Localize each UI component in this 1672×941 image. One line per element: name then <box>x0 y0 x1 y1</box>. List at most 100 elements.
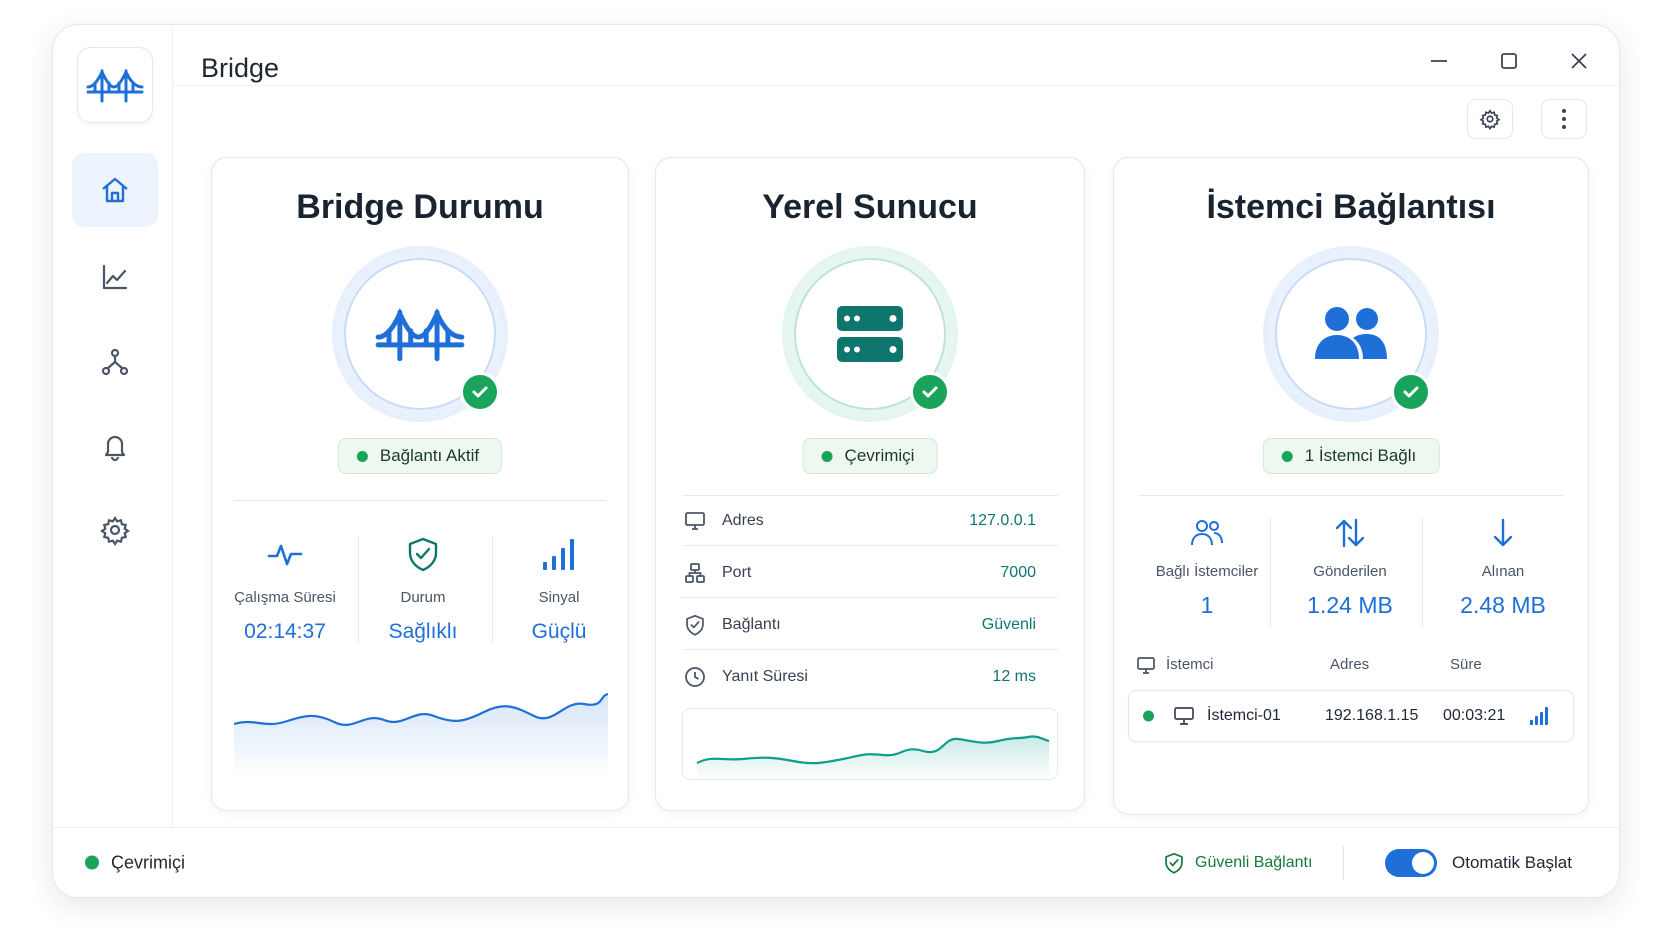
autostart-label: Otomatik Başlat <box>1452 852 1572 872</box>
monitor-icon <box>685 511 705 530</box>
bridge-activity-sparkline <box>234 692 608 778</box>
app-logo <box>77 47 153 123</box>
success-check-badge <box>460 372 500 412</box>
row-label: Adres <box>722 511 764 529</box>
status-dot <box>356 450 368 462</box>
bridge-hero <box>332 246 508 422</box>
stat-sent: Gönderilen 1.24 MB <box>1280 518 1420 619</box>
bridge-status-card: Bridge Durumu Bağlantı Aktif Çalışma Sür… <box>211 157 629 811</box>
stat-health: Durum Sağlıklı <box>354 536 492 644</box>
network-nodes-icon <box>101 348 129 376</box>
status-dot <box>1281 450 1293 462</box>
status-text: Bağlantı Aktif <box>379 446 480 465</box>
stat-signal: Sinyal Güçlü <box>490 536 628 644</box>
chart-line-icon <box>102 264 128 290</box>
server-row-port: Port 7000 <box>682 548 1058 598</box>
statusbar-separator <box>1343 846 1344 880</box>
stat-separator <box>1422 518 1423 628</box>
more-vertical-icon <box>1562 109 1566 129</box>
status-text: 1 İstemci Bağlı <box>1304 446 1417 465</box>
settings-button[interactable] <box>1467 99 1513 139</box>
success-check-badge <box>1391 372 1431 412</box>
table-row[interactable]: İstemci-01 192.168.1.15 00:03:21 <box>1128 690 1574 742</box>
minimize-icon <box>1431 60 1447 62</box>
shield-check-icon <box>408 537 438 572</box>
sidebar-item-notifications[interactable] <box>72 409 158 483</box>
client-connection-card: İstemci Bağlantısı 1 İstemci Bağlı Bağlı… <box>1113 157 1589 815</box>
pulse-icon <box>267 544 303 566</box>
monitor-icon <box>1174 707 1194 725</box>
row-value: 127.0.0.1 <box>969 511 1036 529</box>
status-badge: Çevrimiçi <box>802 438 938 474</box>
card-divider <box>234 500 606 501</box>
online-indicator: Çevrimiçi <box>85 852 185 873</box>
check-icon <box>922 386 938 398</box>
server-row-address: Adres 127.0.0.1 <box>682 496 1058 546</box>
bridge-logo-icon <box>86 68 144 103</box>
card-title: Bridge Durumu <box>296 188 544 226</box>
client-hero <box>1263 246 1439 422</box>
secure-connection-indicator: Güvenli Bağlantı <box>1163 852 1312 874</box>
close-icon <box>1571 53 1587 69</box>
more-options-button[interactable] <box>1541 99 1587 139</box>
server-activity-panel <box>682 708 1058 780</box>
server-row-connection: Bağlantı Güvenli <box>682 600 1058 650</box>
stat-label: Alınan <box>1481 563 1525 580</box>
clock-icon <box>685 667 705 687</box>
stat-label: Çalışma Süresi <box>234 589 336 606</box>
status-badge: Bağlantı Aktif <box>337 438 503 474</box>
stat-label: Sinyal <box>538 589 580 606</box>
minimize-button[interactable] <box>1419 41 1459 81</box>
online-text: Çevrimiçi <box>111 852 185 872</box>
check-icon <box>1403 386 1419 398</box>
status-dot <box>1143 710 1154 722</box>
stat-value: Güçlü <box>531 620 587 643</box>
server-hero <box>782 246 958 422</box>
stat-value: 2.48 MB <box>1460 592 1546 618</box>
card-divider <box>1138 495 1564 496</box>
home-icon <box>102 177 128 203</box>
titlebar-divider <box>173 85 1619 86</box>
monitor-icon <box>1137 657 1155 674</box>
stat-label: Gönderilen <box>1313 563 1387 580</box>
stat-separator <box>1270 518 1271 628</box>
arrow-down-icon <box>1493 518 1513 547</box>
status-text: Çevrimiçi <box>844 446 915 465</box>
sidebar-item-settings[interactable] <box>72 493 158 567</box>
toggle-knob <box>1412 851 1434 874</box>
stat-value: 02:14:37 <box>244 620 326 643</box>
card-title: Yerel Sunucu <box>762 188 978 226</box>
stat-value: 1.24 MB <box>1307 592 1393 618</box>
stat-value: 1 <box>1200 592 1214 618</box>
stat-value: Sağlıklı <box>388 620 458 643</box>
row-label: Yanıt Süresi <box>722 668 808 685</box>
gear-icon <box>1479 109 1501 130</box>
autostart-toggle[interactable] <box>1385 848 1437 877</box>
table-header-duration: Süre <box>1450 656 1482 673</box>
sidebar-item-stats[interactable] <box>72 240 158 314</box>
server-icon <box>837 306 903 362</box>
check-icon <box>472 386 488 398</box>
sidebar-item-network[interactable] <box>72 325 158 399</box>
stat-connected-clients: Bağlı İstemciler 1 <box>1134 518 1280 619</box>
sidebar <box>53 25 173 829</box>
maximize-icon <box>1501 53 1517 69</box>
arrows-up-down-icon <box>1335 518 1365 548</box>
close-button[interactable] <box>1559 41 1599 81</box>
client-duration: 00:03:21 <box>1443 707 1506 724</box>
row-label: Bağlantı <box>722 615 781 633</box>
status-badge: 1 İstemci Bağlı <box>1262 438 1440 474</box>
client-name: İstemci-01 <box>1207 707 1281 724</box>
users-icon <box>1315 307 1387 359</box>
status-dot <box>821 450 833 462</box>
status-bar: Çevrimiçi Güvenli Bağlantı Otomatik Başl… <box>53 827 1619 897</box>
status-dot <box>85 855 99 870</box>
stat-received: Alınan 2.48 MB <box>1430 518 1576 619</box>
app-title: Bridge <box>201 53 280 83</box>
sidebar-item-home[interactable] <box>72 153 158 227</box>
client-address: 192.168.1.15 <box>1325 707 1419 724</box>
app-window: Bridge Bridge Durumu Bağlantı Aktif Çalı… <box>52 24 1620 898</box>
table-header-client: İstemci <box>1166 656 1214 673</box>
maximize-button[interactable] <box>1489 41 1529 81</box>
stat-label: Durum <box>400 589 446 606</box>
